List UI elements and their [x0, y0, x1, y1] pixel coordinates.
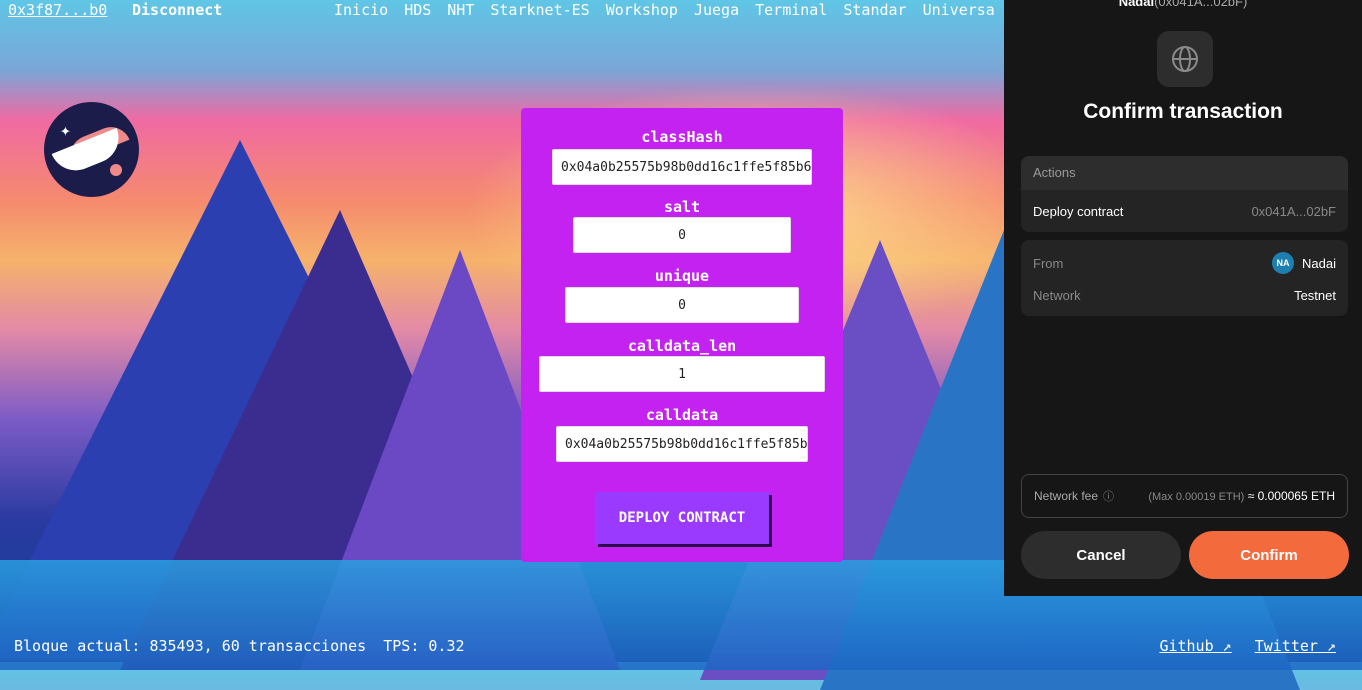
nav-item-universa[interactable]: Universa: [923, 1, 995, 19]
calldata-len-label: calldata_len: [627, 337, 737, 355]
deploy-form: classHash 0x04a0b25575b98b0dd16c1ffe5f85…: [521, 108, 843, 562]
nav-item-juega[interactable]: Juega: [694, 1, 739, 19]
account-header: Nadai(0x041A...02bF): [1004, 0, 1362, 9]
nav-item-inicio[interactable]: Inicio: [334, 1, 388, 19]
network-row: Network Testnet: [1021, 286, 1348, 304]
wallet-address-link[interactable]: 0x3f87...b0: [8, 1, 107, 19]
actions-card: Actions Deploy contract 0x041A...02bF: [1021, 156, 1348, 232]
info-icon[interactable]: ⓘ: [1103, 488, 1114, 504]
nav-item-standar[interactable]: Standar: [843, 1, 906, 19]
network-fee-label: Network fee: [1034, 489, 1099, 503]
account-address: (0x041A...02bF): [1154, 0, 1248, 9]
calldata-input[interactable]: 0x04a0b25575b98b0dd16c1ffe5f85b: [556, 426, 808, 462]
action-row[interactable]: Deploy contract 0x041A...02bF: [1021, 190, 1348, 232]
current-block-text: Bloque actual: 835493, 60 transacciones: [14, 637, 367, 655]
network-fee-value: ≈ 0.000065 ETH: [1247, 489, 1335, 503]
salt-input[interactable]: 0: [573, 217, 791, 253]
cancel-button[interactable]: Cancel: [1021, 531, 1181, 579]
classhash-input[interactable]: 0x04a0b25575b98b0dd16c1ffe5f85b6: [552, 149, 812, 185]
popup-title: Confirm transaction: [1083, 100, 1283, 123]
network-fee-box: Network fee ⓘ (Max 0.00019 ETH) ≈ 0.0000…: [1021, 474, 1348, 518]
account-name: Nadai: [1118, 0, 1155, 9]
actions-header: Actions: [1021, 156, 1348, 190]
twitter-link[interactable]: Twitter ↗: [1255, 637, 1336, 655]
nav-item-hds[interactable]: HDS: [404, 1, 431, 19]
network-value: Testnet: [1294, 287, 1336, 303]
action-contract-address: 0x041A...02bF: [1251, 203, 1336, 219]
calldata-label: calldata: [645, 406, 719, 424]
from-row: From NA Nadai: [1021, 240, 1348, 286]
details-card: From NA Nadai Network Testnet: [1021, 240, 1348, 316]
calldata-len-input[interactable]: 1: [539, 356, 825, 392]
mountain-shape: [120, 210, 540, 670]
classhash-label: classHash: [641, 128, 723, 146]
globe-icon: [1157, 31, 1213, 87]
unique-input[interactable]: 0: [565, 287, 799, 323]
disconnect-button[interactable]: Disconnect: [132, 1, 222, 19]
nav-item-nht[interactable]: NHT: [447, 1, 474, 19]
github-link[interactable]: Github ↗: [1159, 637, 1231, 655]
logo-dot: [110, 164, 122, 176]
tps-text: TPS: 0.32: [383, 637, 465, 655]
salt-label: salt: [663, 198, 701, 216]
sparkle-icon: ✦: [60, 120, 71, 141]
nav-menu: Inicio HDS NHT Starknet-ES Workshop Jueg…: [334, 1, 1011, 19]
starknet-logo[interactable]: ✦: [44, 102, 139, 197]
mountain-shape: [0, 140, 500, 660]
nav-item-workshop[interactable]: Workshop: [606, 1, 678, 19]
unique-label: unique: [654, 267, 710, 285]
social-links: Github ↗ Twitter ↗: [1145, 637, 1336, 655]
wallet-confirm-popup: Nadai(0x041A...02bF) Confirm transaction…: [1004, 0, 1362, 596]
avatar: NA: [1272, 252, 1295, 274]
confirm-button[interactable]: Confirm: [1189, 531, 1349, 579]
from-account: NA Nadai: [1272, 252, 1336, 274]
nav-item-terminal[interactable]: Terminal: [755, 1, 827, 19]
network-fee-max: (Max 0.00019 ETH): [1148, 491, 1245, 503]
deploy-contract-button[interactable]: DEPLOY CONTRACT: [595, 492, 769, 544]
from-account-name: Nadai: [1302, 255, 1336, 271]
action-name: Deploy contract: [1033, 203, 1124, 219]
from-label: From: [1033, 255, 1064, 271]
network-status: Bloque actual: 835493, 60 transacciones …: [14, 637, 473, 655]
nav-item-starknet-es[interactable]: Starknet-ES: [490, 1, 589, 19]
network-label: Network: [1033, 287, 1081, 303]
